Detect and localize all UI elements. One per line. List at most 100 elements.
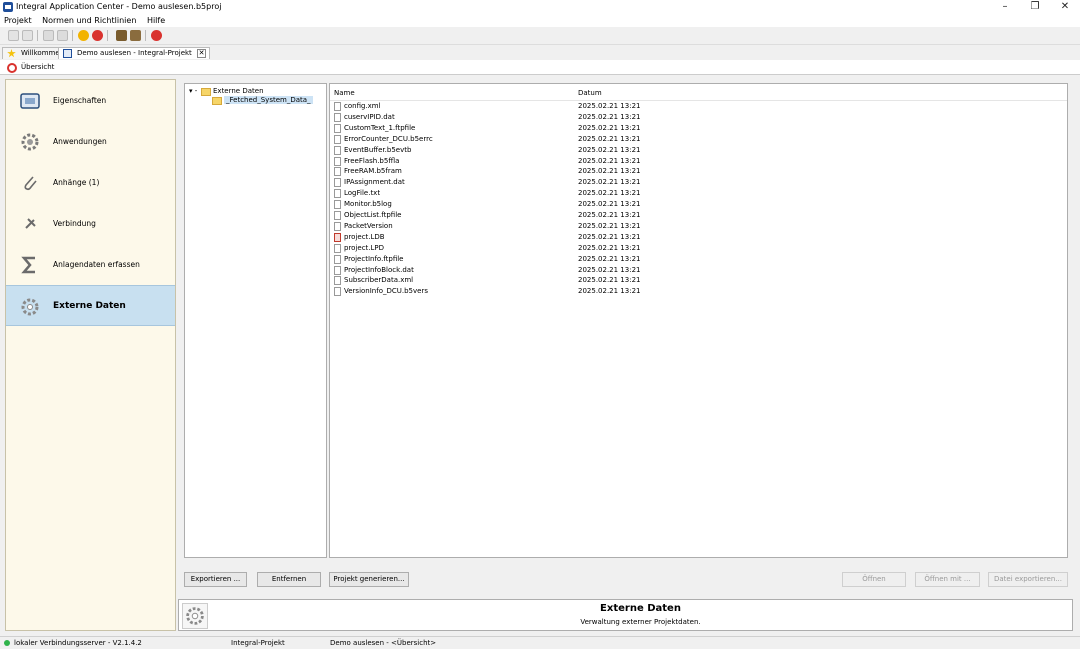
sidebar-item-anhaenge[interactable]: Anhänge (1) — [6, 162, 175, 203]
file-name: Monitor.b5log — [344, 200, 392, 209]
table-row[interactable]: ProjectInfoBlock.dat 2025.02.21 13:21 — [330, 265, 1067, 276]
file-name: IPAssignment.dat — [344, 178, 405, 187]
table-row[interactable]: CustomText_1.ftpfile 2025.02.21 13:21 — [330, 123, 1067, 134]
file-name: ProjectInfo.ftpfile — [344, 254, 404, 263]
app-icon — [3, 2, 13, 12]
table-row[interactable]: LogFile.txt 2025.02.21 13:21 — [330, 188, 1067, 199]
table-row[interactable]: ProjectInfo.ftpfile 2025.02.21 13:21 — [330, 254, 1067, 265]
file-name: config.xml — [344, 102, 381, 110]
gear-icon — [21, 133, 39, 151]
properties-icon — [20, 93, 40, 109]
tree-node-fetched-system-data[interactable]: _Fetched_System_Data_ — [224, 96, 313, 104]
sidebar-item-eigenschaften[interactable]: Eigenschaften — [6, 80, 175, 121]
status-bar: lokaler Verbindungsserver - V2.1.4.2 Int… — [0, 636, 1080, 649]
sidebar-item-label: Anlagendaten erfassen — [53, 260, 140, 269]
save-icon[interactable] — [116, 30, 127, 41]
file-icon — [334, 189, 341, 199]
table-row[interactable]: config.xml 2025.02.21 13:21 — [330, 101, 1067, 112]
file-icon — [334, 145, 341, 155]
home-icon[interactable] — [8, 30, 19, 41]
file-date: 2025.02.21 13:21 — [578, 211, 641, 219]
file-date: 2025.02.21 13:21 — [578, 254, 641, 263]
close-tab-icon[interactable]: ✕ — [197, 49, 207, 58]
sidebar-item-verbindung[interactable]: Verbindung — [6, 203, 175, 244]
remove-button[interactable]: Entfernen — [257, 572, 321, 587]
file-date: 2025.02.21 13:21 — [578, 156, 641, 165]
table-row[interactable]: project.LPD 2025.02.21 13:21 — [330, 243, 1067, 254]
menu-normen[interactable]: Normen und Richtlinien — [38, 15, 140, 25]
section-title: Externe Daten — [600, 603, 681, 614]
table-row[interactable]: project.LDB 2025.02.21 13:21 — [330, 232, 1067, 243]
file-name: CustomText_1.ftpfile — [344, 123, 416, 132]
connection-status-icon — [4, 640, 10, 646]
generate-project-button[interactable]: Projekt generieren... — [329, 572, 409, 587]
table-row[interactable]: Monitor.b5log 2025.02.21 13:21 — [330, 199, 1067, 210]
open-with-button[interactable]: Öffnen mit ... — [915, 572, 980, 587]
export-file-button[interactable]: Datei exportieren... — [988, 572, 1068, 587]
file-date: 2025.02.21 13:21 — [578, 178, 641, 187]
menu-projekt[interactable]: Projekt — [0, 15, 36, 25]
menu-hilfe[interactable]: Hilfe — [143, 15, 169, 25]
table-row[interactable]: VersionInfo_DCU.b5vers 2025.02.21 13:21 — [330, 286, 1067, 297]
file-date: 2025.02.21 13:21 — [578, 243, 641, 252]
table-row[interactable]: FreeRAM.b5fram 2025.02.21 13:21 — [330, 166, 1067, 177]
title-bar: Integral Application Center - Demo ausle… — [0, 0, 1080, 15]
file-name: LogFile.txt — [344, 189, 381, 198]
sidebar-item-label: Anwendungen — [53, 137, 107, 146]
file-name: EventBuffer.b5evtb — [344, 145, 412, 154]
toolbar-separator — [37, 30, 38, 41]
close-window-button[interactable]: ✕ — [1050, 0, 1080, 15]
file-date: 2025.02.21 13:21 — [578, 167, 641, 176]
file-icon — [334, 211, 341, 220]
export-button[interactable]: Exportieren ... — [184, 572, 247, 587]
sidebar-item-anwendungen[interactable]: Anwendungen — [6, 121, 175, 162]
table-row[interactable]: ErrorCounter_DCU.b5errc 2025.02.21 13:21 — [330, 134, 1067, 145]
file-icon — [334, 112, 341, 122]
import-icon[interactable] — [43, 30, 54, 41]
back-icon[interactable] — [22, 30, 33, 41]
table-row[interactable]: IPAssignment.dat 2025.02.21 13:21 — [330, 177, 1067, 188]
file-icon — [334, 200, 341, 210]
minimize-button[interactable]: – — [990, 0, 1020, 15]
tree-node-externe-daten[interactable]: Externe Daten — [213, 87, 264, 95]
overview-icon — [7, 63, 17, 73]
export-icon[interactable] — [57, 30, 68, 41]
toolbar-separator — [145, 30, 146, 41]
file-name: PacketVersion — [344, 221, 393, 230]
sidebar-item-externe-daten[interactable]: Externe Daten — [6, 285, 175, 326]
info-icon[interactable] — [78, 30, 89, 41]
file-icon — [334, 254, 341, 264]
file-name: ProjectInfoBlock.dat — [344, 265, 414, 274]
table-row[interactable]: FreeFlash.b5ffla 2025.02.21 13:21 — [330, 156, 1067, 167]
tab-uebersicht[interactable]: Übersicht — [21, 63, 54, 71]
external-data-gear-icon — [21, 298, 39, 316]
file-date: 2025.02.21 13:21 — [578, 134, 641, 143]
table-row[interactable]: EventBuffer.b5evtb 2025.02.21 13:21 — [330, 145, 1067, 156]
maximize-button[interactable]: ❐ — [1020, 0, 1050, 15]
file-icon — [334, 102, 341, 111]
file-name: VersionInfo_DCU.b5vers — [344, 287, 428, 296]
star-icon — [7, 49, 16, 58]
refresh-icon[interactable] — [151, 30, 162, 41]
table-row[interactable]: cuservIPID.dat 2025.02.21 13:21 — [330, 112, 1067, 123]
sidebar-item-label: Anhänge (1) — [53, 178, 100, 187]
table-row[interactable]: ObjectList.ftpfile 2025.02.21 13:21 — [330, 210, 1067, 221]
table-row[interactable]: SubscriberData.xml 2025.02.21 13:21 — [330, 275, 1067, 286]
window-title: Integral Application Center - Demo ausle… — [16, 2, 222, 11]
tree-expand-icon[interactable]: ▾ - — [189, 87, 197, 95]
file-date: 2025.02.21 13:21 — [578, 232, 641, 241]
overview-tab-bar: Übersicht — [0, 60, 1080, 75]
file-date: 2025.02.21 13:21 — [578, 112, 641, 121]
table-row[interactable]: PacketVersion 2025.02.21 13:21 — [330, 221, 1067, 232]
file-date: 2025.02.21 13:21 — [578, 102, 641, 110]
folder-icon — [212, 97, 222, 105]
column-header-date[interactable]: Datum — [578, 89, 602, 97]
stop-icon[interactable] — [92, 30, 103, 41]
open-button[interactable]: Öffnen — [842, 572, 906, 587]
file-date: 2025.02.21 13:21 — [578, 189, 641, 198]
column-header-name[interactable]: Name — [334, 89, 355, 97]
tab-project[interactable]: Demo auslesen - Integral-Projekt ✕ — [58, 47, 211, 59]
save-all-icon[interactable] — [130, 30, 141, 41]
section-info-panel: Externe Daten Verwaltung externer Projek… — [178, 599, 1073, 631]
sidebar-item-anlagendaten[interactable]: Anlagendaten erfassen — [6, 244, 175, 285]
